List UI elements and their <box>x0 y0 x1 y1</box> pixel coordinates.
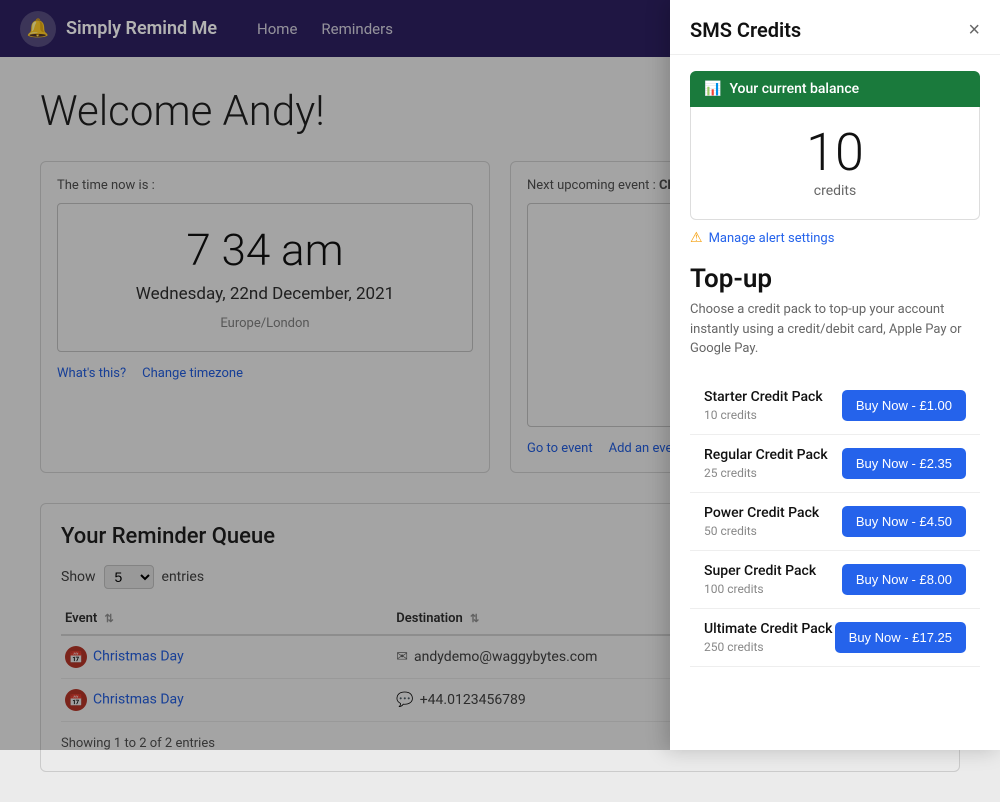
credit-pack-item: Ultimate Credit Pack 250 credits Buy Now… <box>690 609 980 667</box>
panel-title: SMS Credits <box>690 18 801 42</box>
balance-header-label: Your current balance <box>729 81 859 97</box>
pack-info: Starter Credit Pack 10 credits <box>704 389 823 422</box>
balance-header: 📊 Your current balance <box>690 71 980 107</box>
panel-body: 📊 Your current balance 10 credits ⚠ Mana… <box>670 55 1000 750</box>
pack-credits: 10 credits <box>704 408 823 422</box>
balance-number: 10 <box>711 127 959 179</box>
close-panel-button[interactable]: × <box>968 20 980 40</box>
credit-pack-item: Regular Credit Pack 25 credits Buy Now -… <box>690 435 980 493</box>
pack-name: Regular Credit Pack <box>704 447 828 463</box>
pack-name: Starter Credit Pack <box>704 389 823 405</box>
manage-alert-link[interactable]: ⚠ Manage alert settings <box>690 230 980 246</box>
buy-now-button[interactable]: Buy Now - £2.35 <box>842 448 966 479</box>
pack-info: Power Credit Pack 50 credits <box>704 505 819 538</box>
topup-title: Top-up <box>690 264 980 294</box>
balance-section: 📊 Your current balance 10 credits <box>690 71 980 220</box>
balance-body: 10 credits <box>690 107 980 220</box>
buy-now-button[interactable]: Buy Now - £1.00 <box>842 390 966 421</box>
pack-credits: 50 credits <box>704 524 819 538</box>
balance-icon: 📊 <box>704 81 721 97</box>
manage-alert-label: Manage alert settings <box>709 231 835 246</box>
pack-credits: 250 credits <box>704 640 832 654</box>
credit-pack-item: Super Credit Pack 100 credits Buy Now - … <box>690 551 980 609</box>
pack-info: Super Credit Pack 100 credits <box>704 563 816 596</box>
balance-credits-label: credits <box>711 183 959 199</box>
alert-triangle-icon: ⚠ <box>690 230 703 246</box>
buy-now-button[interactable]: Buy Now - £8.00 <box>842 564 966 595</box>
pack-info: Regular Credit Pack 25 credits <box>704 447 828 480</box>
pack-name: Power Credit Pack <box>704 505 819 521</box>
pack-name: Ultimate Credit Pack <box>704 621 832 637</box>
credit-pack-item: Power Credit Pack 50 credits Buy Now - £… <box>690 493 980 551</box>
pack-credits: 25 credits <box>704 466 828 480</box>
topup-section: Top-up Choose a credit pack to top-up yo… <box>690 264 980 667</box>
buy-now-button[interactable]: Buy Now - £17.25 <box>835 622 966 653</box>
topup-description: Choose a credit pack to top-up your acco… <box>690 300 980 359</box>
pack-name: Super Credit Pack <box>704 563 816 579</box>
buy-now-button[interactable]: Buy Now - £4.50 <box>842 506 966 537</box>
pack-info: Ultimate Credit Pack 250 credits <box>704 621 832 654</box>
sms-credits-panel: SMS Credits × 📊 Your current balance 10 … <box>670 0 1000 750</box>
credit-pack-item: Starter Credit Pack 10 credits Buy Now -… <box>690 377 980 435</box>
credit-packs-list: Starter Credit Pack 10 credits Buy Now -… <box>690 377 980 667</box>
panel-header: SMS Credits × <box>670 0 1000 55</box>
pack-credits: 100 credits <box>704 582 816 596</box>
